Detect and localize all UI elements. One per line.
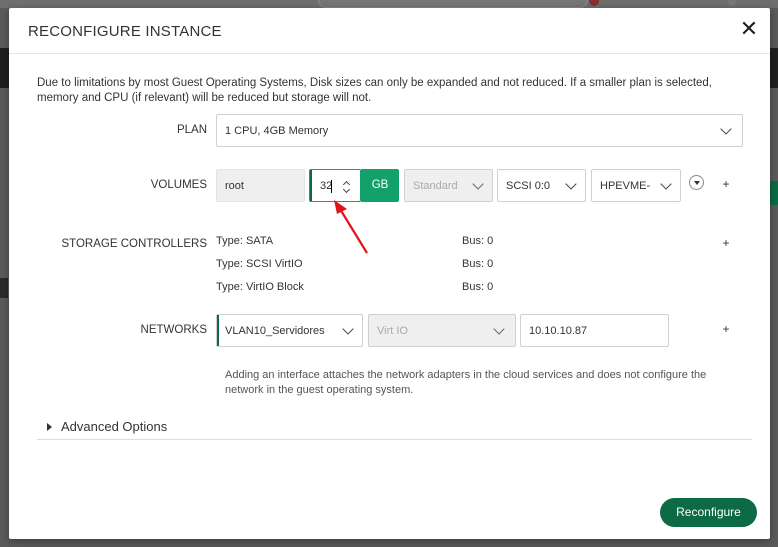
annotation-arrow-icon [334, 200, 368, 254]
